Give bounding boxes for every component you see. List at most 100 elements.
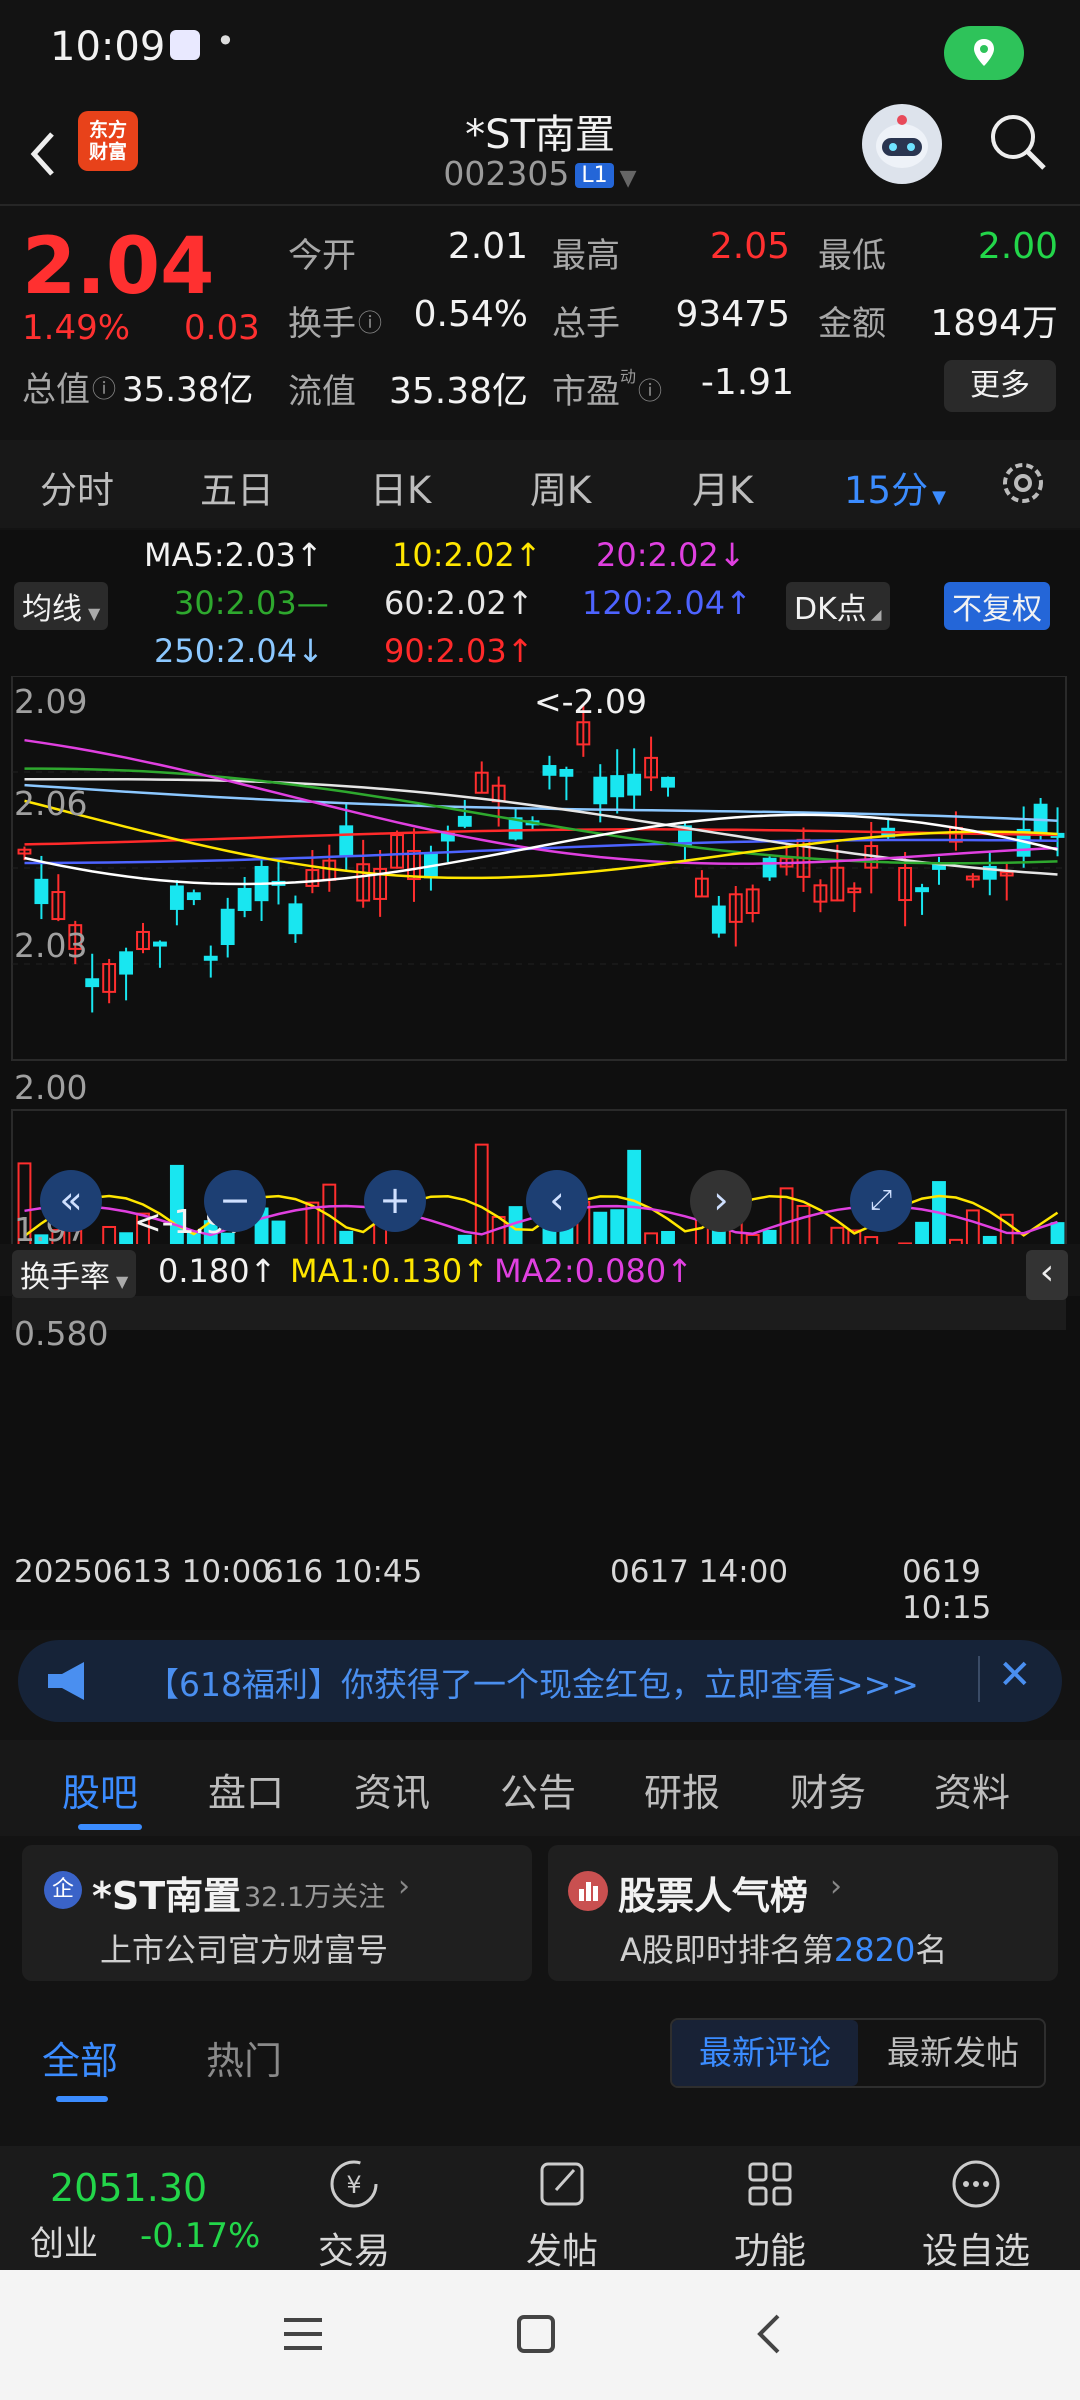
chevron-down-icon: ▼	[116, 1272, 129, 1291]
ma10-value: 10:2.02↑	[392, 536, 542, 574]
amount-label: 金额	[818, 304, 886, 344]
stock-header: 东方 财富 *ST南置 002305 L1 ▼	[0, 96, 1080, 206]
sort-toggle: 最新评论 最新发帖	[670, 2018, 1046, 2088]
chevron-down-icon: ▼	[88, 604, 101, 623]
tab-finance[interactable]: 财务	[790, 1762, 866, 1817]
tab-weekly-k[interactable]: 周K	[530, 460, 591, 514]
filter-active-indicator	[56, 2096, 108, 2102]
kline-chart-area[interactable]: MA5:2.03↑ 10:2.02↑ 20:2.02↓ 均线 ▼ 30:2.03—…	[0, 530, 1080, 1630]
close-icon[interactable]: ✕	[998, 1652, 1032, 1698]
system-navigation-bar	[0, 2270, 1080, 2400]
more-button[interactable]: 更多	[944, 360, 1056, 412]
status-dot: •	[216, 22, 235, 60]
enterprise-badge: 企	[44, 1871, 82, 1909]
high-label: 最高	[552, 236, 620, 276]
menu-icon[interactable]	[282, 2314, 324, 2354]
ma60-value: 60:2.02↑	[384, 584, 534, 622]
megaphone-icon	[44, 1660, 100, 1702]
info-icon[interactable]: ⓘ	[358, 303, 382, 338]
candle-body	[237, 887, 252, 912]
sort-latest-comment[interactable]: 最新评论	[672, 2020, 858, 2086]
location-icon[interactable]	[944, 26, 1024, 80]
candle-body	[339, 825, 354, 857]
index-name[interactable]: 创业	[30, 2216, 98, 2265]
candle-body	[457, 815, 472, 827]
next-icon[interactable]: ›	[690, 1170, 752, 1232]
nav-functions[interactable]: 功能	[710, 2222, 830, 2274]
y-tick-1: 2.09	[14, 682, 88, 721]
system-back-icon[interactable]	[750, 2312, 790, 2356]
promo-banner[interactable]: 【618福利】你获得了一个现金红包，立即查看>>> ✕	[18, 1640, 1062, 1722]
tab-pankou[interactable]: 盘口	[208, 1762, 284, 1817]
candle-body	[762, 857, 777, 878]
tab-profile[interactable]: 资料	[934, 1762, 1010, 1817]
ma250-value: 250:2.04↓	[154, 632, 324, 670]
filter-hot[interactable]: 热门	[206, 2030, 282, 2085]
ma-selector[interactable]: 均线 ▼	[14, 582, 109, 630]
x-label-4: 0619 10:15	[902, 1554, 992, 1626]
functions-icon[interactable]	[742, 2156, 798, 2212]
tab-daily-k[interactable]: 日K	[370, 460, 431, 514]
company-card-subtitle: 上市公司官方财富号	[100, 1931, 389, 1969]
post-icon[interactable]	[534, 2156, 590, 2212]
ma120-value: 120:2.04↑	[582, 584, 752, 622]
tab-15min[interactable]: 15分 ▼	[844, 460, 946, 514]
add-watchlist-icon[interactable]	[948, 2156, 1004, 2212]
info-icon[interactable]: ⓘ	[92, 369, 116, 404]
sort-latest-post[interactable]: 最新发帖	[860, 2020, 1046, 2086]
status-bar: 10:09 •	[0, 0, 1080, 96]
tab-research[interactable]: 研报	[644, 1762, 720, 1817]
y-tick-3: 2.03	[14, 926, 88, 965]
nav-post[interactable]: 发帖	[502, 2222, 622, 2274]
market-cap: 总值 ⓘ 35.38亿	[22, 362, 253, 411]
collapse-panel-icon[interactable]: ‹	[1026, 1250, 1068, 1300]
candle-body	[542, 765, 557, 776]
banner-text[interactable]: 【618福利】你获得了一个现金红包，立即查看>>>	[146, 1658, 919, 1706]
index-value[interactable]: 2051.30	[50, 2166, 207, 2210]
ma30-value: 30:2.03—	[174, 584, 329, 622]
tab-announcements[interactable]: 公告	[500, 1762, 576, 1817]
candle-body	[34, 878, 49, 905]
zoom-out-icon[interactable]: −	[204, 1170, 266, 1232]
candle-body	[711, 905, 726, 934]
tab-guba[interactable]: 股吧	[62, 1762, 138, 1817]
fast-back-icon[interactable]: «	[40, 1170, 102, 1232]
indicator-selector[interactable]: 换手率 ▼	[12, 1250, 137, 1298]
zoom-in-icon[interactable]: +	[364, 1170, 426, 1232]
tab-five-day[interactable]: 五日	[200, 460, 274, 514]
info-icon[interactable]: ⓘ	[638, 371, 662, 406]
robot-assistant-icon[interactable]	[862, 104, 942, 184]
settings-gear-icon[interactable]	[996, 456, 1050, 510]
index-change[interactable]: -0.17%	[140, 2216, 260, 2256]
chevron-down-icon: ▼	[932, 487, 946, 508]
tab-intraday[interactable]: 分时	[40, 460, 114, 514]
popularity-title: 股票人气榜	[618, 1874, 809, 1918]
active-tab-indicator	[78, 1824, 142, 1830]
nav-watchlist[interactable]: 设自选	[916, 2222, 1036, 2274]
fullscreen-icon[interactable]: ⤢	[850, 1170, 912, 1232]
popularity-card[interactable]: 股票人气榜 › A股即时排名第2820名	[548, 1845, 1058, 1981]
search-icon[interactable]	[986, 110, 1050, 174]
company-card[interactable]: 企 *ST南置 32.1万关注 › 上市公司官方财富号	[22, 1845, 532, 1981]
prev-icon[interactable]: ‹	[526, 1170, 588, 1232]
candle-body	[119, 951, 134, 975]
adjust-toggle[interactable]: 不复权	[944, 582, 1050, 630]
volume-value: 93475	[675, 294, 790, 335]
ma90-line	[24, 828, 1058, 846]
filter-all[interactable]: 全部	[42, 2030, 118, 2085]
tab-monthly-k[interactable]: 月K	[692, 460, 753, 514]
amount-value: 1894万	[930, 303, 1058, 344]
change-amount: 0.03	[184, 308, 260, 348]
trade-icon[interactable]: ¥	[326, 2156, 382, 2212]
dk-point-selector[interactable]: DK点 ◢	[786, 582, 890, 630]
home-icon[interactable]	[516, 2314, 556, 2354]
nav-trade[interactable]: 交易	[294, 2222, 414, 2274]
indicator-selector-label: 换手率	[20, 1260, 110, 1295]
corner-arrow-icon: ◢	[870, 607, 882, 623]
tab-news[interactable]: 资讯	[354, 1762, 430, 1817]
high-value: 2.05	[709, 226, 790, 267]
rank-line: A股即时排名第2820名	[620, 1925, 947, 1971]
pe-value: -1.91	[700, 362, 794, 403]
x-label-1: 20250613 10:00	[14, 1554, 271, 1590]
banner-divider	[978, 1656, 980, 1702]
